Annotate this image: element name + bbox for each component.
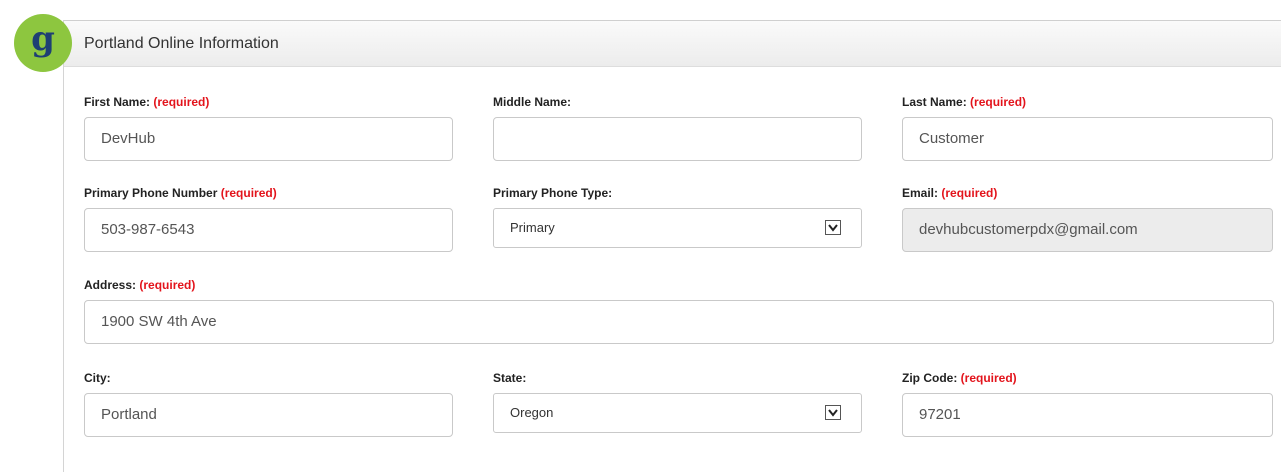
phone-type-label: Primary Phone Type: bbox=[493, 186, 613, 200]
city-input[interactable]: Portland bbox=[84, 393, 453, 437]
email-field: Email: (required) devhubcustomerpdx@gmai… bbox=[902, 186, 1273, 252]
zip-code-field: Zip Code: (required) 97201 bbox=[902, 371, 1273, 437]
phone-type-value: Primary bbox=[510, 220, 555, 235]
state-select[interactable]: Oregon bbox=[493, 393, 862, 433]
primary-phone-label: Primary Phone Number (required) bbox=[84, 186, 277, 200]
chevron-down-icon[interactable] bbox=[825, 405, 841, 420]
required-marker: (required) bbox=[220, 186, 277, 200]
panel-title: Portland Online Information bbox=[64, 20, 1281, 67]
logo: g bbox=[14, 14, 72, 72]
primary-phone-input[interactable]: 503-987-6543 bbox=[84, 208, 453, 252]
required-marker: (required) bbox=[970, 95, 1027, 109]
required-marker: (required) bbox=[960, 371, 1017, 385]
phone-type-field: Primary Phone Type: Primary bbox=[493, 186, 862, 248]
primary-phone-field: Primary Phone Number (required) 503-987-… bbox=[84, 186, 453, 252]
email-input: devhubcustomerpdx@gmail.com bbox=[902, 208, 1273, 252]
state-label: State: bbox=[493, 371, 527, 385]
middle-name-label: Middle Name: bbox=[493, 95, 572, 109]
first-name-label: First Name: (required) bbox=[84, 95, 210, 109]
first-name-field: First Name: (required) DevHub bbox=[84, 95, 453, 161]
last-name-label: Last Name: (required) bbox=[902, 95, 1027, 109]
city-label: City: bbox=[84, 371, 111, 385]
zip-code-label: Zip Code: (required) bbox=[902, 371, 1017, 385]
state-field: State: Oregon bbox=[493, 371, 862, 433]
middle-name-field: Middle Name: bbox=[493, 95, 862, 161]
email-label: Email: (required) bbox=[902, 186, 998, 200]
required-marker: (required) bbox=[941, 186, 998, 200]
address-field: Address: (required) 1900 SW 4th Ave bbox=[84, 278, 1274, 344]
required-marker: (required) bbox=[139, 278, 196, 292]
last-name-field: Last Name: (required) Customer bbox=[902, 95, 1273, 161]
city-field: City: Portland bbox=[84, 371, 453, 437]
last-name-input[interactable]: Customer bbox=[902, 117, 1273, 161]
address-input[interactable]: 1900 SW 4th Ave bbox=[84, 300, 1274, 344]
required-marker: (required) bbox=[153, 95, 210, 109]
phone-type-select[interactable]: Primary bbox=[493, 208, 862, 248]
zip-code-input[interactable]: 97201 bbox=[902, 393, 1273, 437]
address-label: Address: (required) bbox=[84, 278, 196, 292]
first-name-input[interactable]: DevHub bbox=[84, 117, 453, 161]
info-panel: Portland Online Information First Name: … bbox=[63, 20, 1281, 472]
chevron-down-icon[interactable] bbox=[825, 220, 841, 235]
middle-name-input[interactable] bbox=[493, 117, 862, 161]
state-value: Oregon bbox=[510, 405, 554, 420]
